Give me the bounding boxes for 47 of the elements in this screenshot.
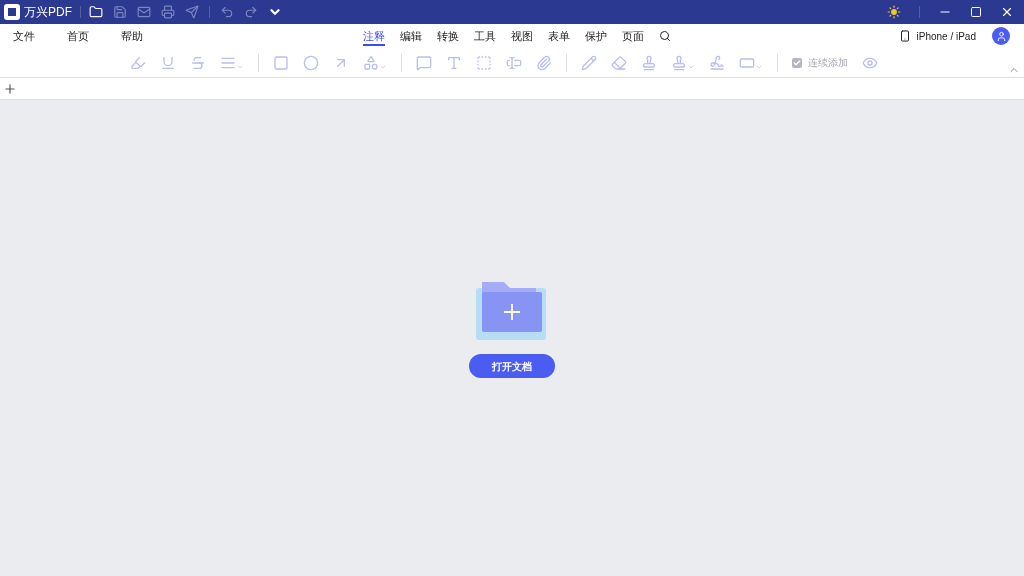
share-icon[interactable]: [185, 5, 199, 19]
maximize-icon[interactable]: [970, 6, 982, 18]
eraser-icon[interactable]: [611, 54, 627, 71]
ribbon-tab[interactable]: 保护: [585, 25, 607, 47]
redo-icon[interactable]: [244, 5, 258, 19]
printer-icon[interactable]: [161, 5, 175, 19]
app-title: 万兴PDF: [24, 4, 72, 21]
new-tab-icon[interactable]: [3, 81, 17, 96]
device-link[interactable]: iPhone / iPad: [916, 28, 976, 44]
mail-icon[interactable]: [137, 5, 151, 19]
ribbon-tab[interactable]: 表单: [548, 25, 570, 47]
ribbon-tab[interactable]: 编辑: [400, 25, 422, 47]
app-logo-icon: [4, 4, 20, 20]
highlighter-icon[interactable]: [130, 54, 146, 71]
menu-item[interactable]: 帮助: [121, 27, 143, 45]
underline-icon[interactable]: [160, 54, 176, 71]
search-icon[interactable]: [659, 30, 671, 42]
open-document-button[interactable]: 打开文档: [469, 354, 555, 378]
paperclip-icon[interactable]: [536, 54, 552, 71]
ribbon-tab[interactable]: 转换: [437, 25, 459, 47]
text-box-icon[interactable]: [476, 54, 492, 71]
ribbon-tab[interactable]: 页面: [622, 25, 644, 47]
strikethrough-icon[interactable]: [190, 54, 206, 71]
stamp-icon[interactable]: [671, 54, 695, 71]
text-icon[interactable]: [446, 54, 462, 71]
checkbox-label: 连续添加: [808, 56, 848, 70]
comment-icon[interactable]: [416, 54, 432, 71]
text-field-icon[interactable]: [506, 54, 522, 71]
ribbon-tab[interactable]: 工具: [474, 25, 496, 47]
shapes-icon[interactable]: [363, 54, 387, 71]
save-icon[interactable]: [113, 5, 127, 19]
theme-sun-icon[interactable]: [887, 5, 901, 19]
menu-item[interactable]: 首页: [67, 27, 89, 45]
menu-item[interactable]: 文件: [13, 27, 35, 45]
phone-icon: [898, 30, 911, 42]
ribbon-tab[interactable]: 视图: [511, 25, 533, 47]
user-avatar-icon[interactable]: [992, 27, 1010, 45]
open-folder-icon[interactable]: [89, 5, 103, 19]
stamp-icon[interactable]: [641, 54, 657, 71]
close-icon[interactable]: [1000, 5, 1014, 19]
rectangle-icon[interactable]: [273, 54, 289, 71]
checkbox[interactable]: [792, 57, 802, 68]
pencil-icon[interactable]: [581, 54, 597, 71]
ribbon-tab[interactable]: 注释: [363, 25, 385, 47]
undo-icon[interactable]: [220, 5, 234, 19]
signature-icon[interactable]: [709, 54, 725, 71]
circle-icon[interactable]: [303, 54, 319, 71]
